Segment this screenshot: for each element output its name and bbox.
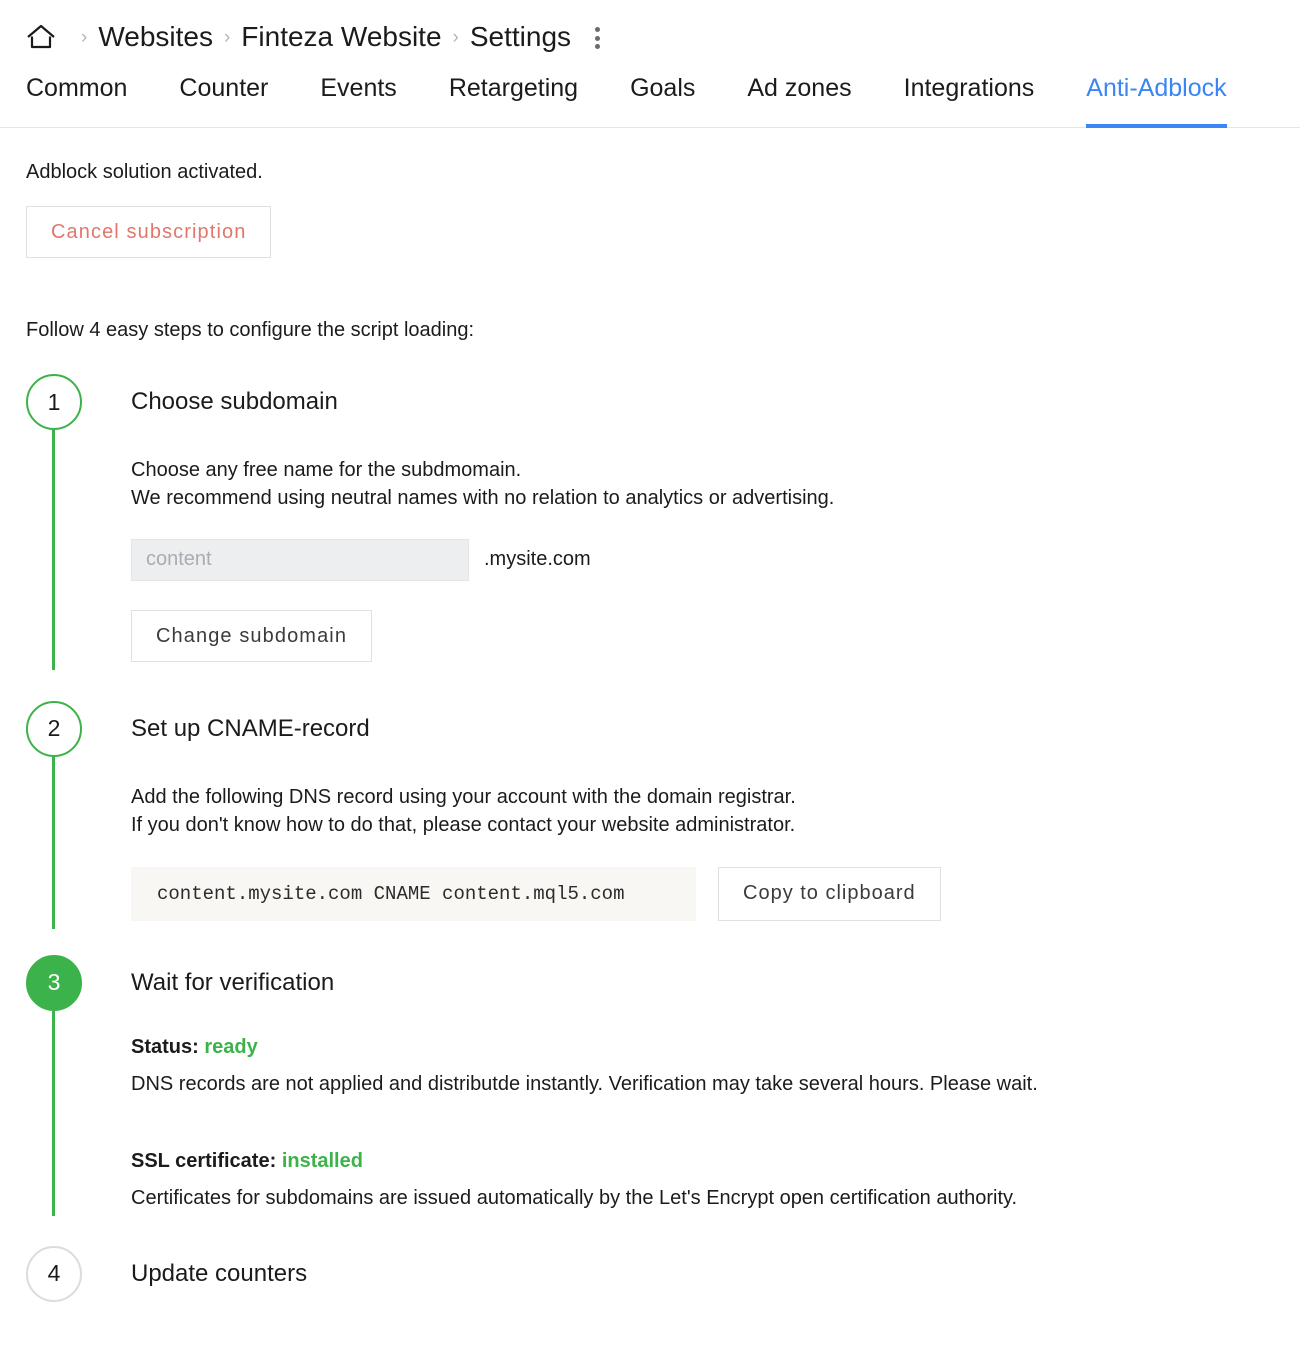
tab-common[interactable]: Common	[26, 72, 127, 127]
tab-integrations[interactable]: Integrations	[904, 72, 1035, 127]
home-icon[interactable]	[26, 24, 56, 50]
tab-ad-zones[interactable]: Ad zones	[747, 72, 851, 127]
ssl-status-desc: Certificates for subdomains are issued a…	[131, 1186, 1018, 1209]
anti-adblock-panel: Adblock solution activated. Cancel subsc…	[0, 128, 1300, 1302]
breadcrumb-separator-0: ›	[81, 26, 88, 48]
breadcrumb-item-settings[interactable]: Settings	[470, 23, 571, 51]
step-3-header: 3 Wait for verification	[26, 954, 1274, 1011]
step-2-title: Set up CNAME-record	[131, 714, 370, 742]
cancel-subscription-button[interactable]: Cancel subscription	[26, 206, 272, 258]
step-4-update-counters: 4 Update counters	[26, 1245, 1274, 1302]
follow-steps-text: Follow 4 easy steps to configure the scr…	[26, 319, 475, 341]
ssl-status-label: SSL certificate:	[131, 1149, 277, 1172]
step-1-choose-subdomain: 1 Choose subdomain Choose any free name …	[26, 374, 1274, 670]
tab-events[interactable]: Events	[320, 72, 396, 127]
step-2-body: Add the following DNS record using your …	[131, 757, 1274, 929]
step-3-bullet: 3	[26, 954, 82, 1011]
domain-suffix-label: .mysite.com	[484, 548, 591, 571]
verification-status-label: Status:	[131, 1035, 199, 1058]
step-connector-1	[52, 430, 55, 670]
copy-to-clipboard-button[interactable]: Copy to clipboard	[718, 866, 941, 921]
step-3-body: Status: ready DNS records are not applie…	[131, 1011, 1274, 1216]
breadcrumb: › Websites › Finteza Website › Settings	[0, 0, 1300, 51]
verification-status-line: Status: ready	[131, 1037, 1274, 1057]
tab-counter[interactable]: Counter	[179, 72, 268, 127]
step-4-header: 4 Update counters	[26, 1245, 1274, 1302]
step-2-setup-cname: 2 Set up CNAME-record Add the following …	[26, 700, 1274, 929]
tab-anti-adblock[interactable]: Anti-Adblock	[1086, 72, 1227, 128]
kebab-menu-icon[interactable]	[595, 25, 601, 49]
setup-steps-list: 1 Choose subdomain Choose any free name …	[26, 374, 1274, 1302]
breadcrumb-item-finteza-website[interactable]: Finteza Website	[241, 23, 441, 51]
verification-status-badge: ready	[204, 1035, 258, 1058]
step-3-title: Wait for verification	[131, 968, 335, 996]
step-4-bullet: 4	[26, 1245, 82, 1302]
change-subdomain-button[interactable]: Change subdomain	[131, 609, 373, 662]
step-2-bullet: 2	[26, 700, 82, 757]
verification-status-desc: DNS records are not applied and distribu…	[131, 1072, 1038, 1095]
step-1-title: Choose subdomain	[131, 388, 338, 415]
adblock-status-text: Adblock solution activated.	[26, 161, 263, 183]
kebab-dot	[595, 35, 601, 41]
tab-goals[interactable]: Goals	[630, 72, 695, 127]
dns-record-code[interactable]: content.mysite.com CNAME content.mql5.co…	[131, 866, 696, 921]
step-2-header: 2 Set up CNAME-record	[26, 700, 1274, 757]
step-2-desc-line-2: If you don't know how to do that, please…	[131, 814, 796, 837]
step-2-desc-line-1: Add the following DNS record using your …	[131, 785, 796, 808]
tab-retargeting[interactable]: Retargeting	[449, 72, 578, 127]
step-1-bullet: 1	[26, 374, 82, 430]
step-1-header: 1 Choose subdomain	[26, 374, 1274, 430]
settings-tab-bar: Common Counter Events Retargeting Goals …	[0, 72, 1300, 128]
step-3-wait-verification: 3 Wait for verification Status: ready DN…	[26, 954, 1274, 1216]
breadcrumb-separator-2: ›	[452, 26, 459, 48]
dns-record-row: content.mysite.com CNAME content.mql5.co…	[131, 866, 1274, 921]
step-1-desc-line-1: Choose any free name for the subdmomain.	[131, 459, 522, 481]
step-connector-3	[52, 1010, 55, 1216]
subdomain-field-row: .mysite.com	[131, 538, 1274, 581]
ssl-status-line: SSL certificate: installed	[131, 1151, 1274, 1171]
kebab-dot	[595, 27, 601, 32]
breadcrumb-item-websites[interactable]: Websites	[98, 23, 213, 51]
step-connector-2	[52, 756, 55, 929]
breadcrumb-separator-1: ›	[223, 26, 231, 48]
kebab-dot	[595, 44, 601, 49]
subdomain-input[interactable]	[131, 538, 469, 581]
step-4-title: Update counters	[131, 1259, 308, 1287]
step-1-body: Choose any free name for the subdmomain.…	[131, 430, 1274, 670]
step-1-desc-line-2: We recommend using neutral names with no…	[131, 487, 835, 510]
ssl-status-badge: installed	[281, 1149, 363, 1172]
